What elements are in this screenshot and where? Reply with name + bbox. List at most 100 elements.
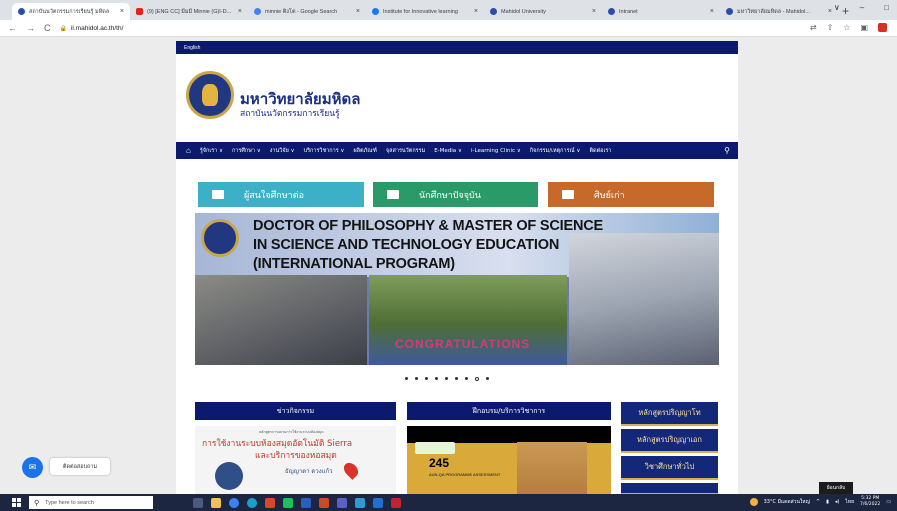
chrome-icon[interactable] [229, 497, 239, 508]
home-icon[interactable]: ⌂ [186, 146, 191, 155]
tray-arrow-icon[interactable]: ^ [816, 499, 820, 505]
volume-icon[interactable]: ◂) [835, 499, 839, 505]
carousel-dot[interactable] [405, 377, 408, 380]
line-icon[interactable] [283, 497, 293, 508]
sidebar-icon[interactable]: ▣ [860, 23, 868, 32]
nav-item-education[interactable]: การศึกษา ∨ [232, 147, 261, 155]
translate-icon[interactable]: ⇄ [810, 23, 817, 32]
side-link-more[interactable] [621, 483, 718, 494]
training-card[interactable]: 245 AUN-QA PROGRAMME ASSESSMENT [407, 426, 611, 494]
nav-item-emedia[interactable]: E-Media ∨ [434, 148, 462, 154]
search-icon: ⚲ [34, 499, 40, 507]
training-header[interactable]: ฝึกอบรม/บริการวิชาการ [407, 402, 611, 420]
nav-item-newsletter[interactable]: จุลสารนวัตกรรม [386, 147, 425, 155]
pdf-icon[interactable] [265, 497, 275, 508]
task-view-icon[interactable] [193, 497, 203, 508]
acrobat-icon[interactable] [391, 497, 401, 508]
nav-item-services[interactable]: บริการวิชาการ ∨ [304, 147, 345, 155]
windows-start-icon[interactable] [12, 498, 21, 507]
location-pin-icon [341, 460, 361, 480]
activity-card[interactable]: หลักสูตรการอบรมการใช้งานระบบห้องสมุด การ… [195, 426, 396, 494]
close-icon[interactable]: × [592, 8, 596, 15]
taskbar-search-input[interactable]: ⚲ Type here to search [29, 496, 153, 509]
close-icon[interactable]: × [474, 8, 478, 15]
browser-tab[interactable]: สถาบันนวัตกรรมการเรียนรู้ มหิดล × [12, 3, 130, 20]
quick-link-current-students[interactable]: นักศึกษาปัจจุบัน [373, 182, 538, 207]
browser-tab[interactable]: มหาวิทยาลัยมหิดล - Mahidol... × [720, 3, 838, 20]
side-link-doctoral[interactable]: หลักสูตรปริญญาเอก [621, 429, 718, 453]
back-button[interactable]: ← [8, 23, 17, 33]
carousel-dot[interactable] [435, 377, 438, 380]
word-icon[interactable] [301, 497, 311, 508]
nav-item-products[interactable]: ผลิตภัณฑ์ [353, 147, 376, 155]
browser-tab[interactable]: Intranet × [602, 3, 720, 20]
side-link-general-education[interactable]: วิชาศึกษาทั่วไป [621, 456, 718, 480]
browser-actions: ⇄ ⇧ ☆ ▣ [810, 23, 887, 32]
weather-text[interactable]: 33°C มีแดดส่วนใหญ่ [764, 498, 810, 506]
carousel-dot[interactable] [465, 377, 468, 380]
file-explorer-icon[interactable] [211, 497, 221, 508]
carousel-dot[interactable] [455, 377, 458, 380]
messenger-icon[interactable]: ✉ [22, 457, 43, 478]
tab-title: สถาบันนวัตกรรมการเรียนรู้ มหิดล [29, 8, 110, 15]
congratulations-text: CONGRATULATIONS [395, 337, 531, 351]
carousel-dot[interactable] [415, 377, 418, 380]
network-icon[interactable]: ▮ [826, 499, 829, 505]
nav-item-ilearning-clinic[interactable]: i-Learning Clinic ∨ [471, 148, 521, 154]
teams-icon[interactable] [337, 497, 347, 508]
forward-button[interactable]: → [26, 23, 35, 33]
close-icon[interactable]: × [710, 8, 714, 15]
share-icon[interactable]: ⇧ [827, 23, 834, 32]
close-icon[interactable]: × [356, 8, 360, 15]
quick-link-alumni[interactable]: ศิษย์เก่า [548, 182, 714, 207]
tab-favicon-icon [372, 8, 379, 15]
carousel-dot[interactable] [475, 376, 479, 381]
maximize-icon[interactable]: □ [884, 3, 889, 12]
close-icon[interactable]: × [238, 8, 242, 15]
nav-item-about[interactable]: รู้จักเรา ∨ [200, 147, 223, 155]
weather-icon[interactable] [749, 498, 758, 506]
language-link[interactable]: English [184, 45, 200, 51]
carousel-dot[interactable] [486, 377, 489, 380]
activities-header[interactable]: ข่าวกิจกรรม [195, 402, 396, 420]
speaker-photo [215, 462, 243, 490]
mail-icon[interactable] [373, 497, 383, 508]
browser-tab[interactable]: Mahidol University × [484, 3, 602, 20]
close-icon[interactable]: × [828, 8, 832, 15]
browser-tab[interactable]: minnie ติ่งโต - Google Search × [248, 3, 366, 20]
minimize-icon[interactable]: – [860, 3, 864, 12]
tab-favicon-icon [136, 8, 143, 15]
browser-tab-strip: สถาบันนวัตกรรมการเรียนรู้ มหิดล × (9) [EN… [0, 0, 897, 20]
banner-title-line2: IN SCIENCE AND TECHNOLOGY EDUCATION [253, 237, 560, 253]
profile-avatar[interactable] [878, 23, 887, 32]
url-input[interactable]: il.mahidol.ac.th/th/ [71, 25, 123, 32]
close-icon[interactable]: × [120, 8, 124, 15]
chevron-down-icon[interactable]: ∨ [834, 3, 840, 12]
nav-item-contact[interactable]: ติดต่อเรา [589, 147, 611, 155]
contact-chat-button[interactable]: ติดต่อสอบถาม [50, 458, 110, 475]
tab-title: Institute for Innovative learning [383, 8, 458, 15]
search-icon[interactable]: ⚲ [724, 146, 730, 155]
nav-item-research[interactable]: งานวิจัย ∨ [270, 147, 295, 155]
carousel-dot[interactable] [425, 377, 428, 380]
hero-banner[interactable]: DOCTOR OF PHILOSOPHY & MASTER OF SCIENCE… [195, 213, 719, 365]
browser-tab[interactable]: (9) [ENG CC] มีมมี่ Minnie (G)I-D... × [130, 3, 248, 20]
clock-date: 7/6/2022 [860, 502, 881, 507]
taskbar-search-placeholder: Type here to search [45, 499, 94, 506]
carousel-dot[interactable] [445, 377, 448, 380]
university-logo[interactable] [186, 71, 234, 119]
side-link-masters[interactable]: หลักสูตรปริญญาโท [621, 402, 718, 426]
reload-button[interactable]: C [44, 23, 51, 33]
powerpoint-icon[interactable] [319, 497, 329, 508]
quick-link-prospective[interactable]: ผู้สนใจศึกษาต่อ [198, 182, 364, 207]
photos-icon[interactable] [355, 497, 365, 508]
edge-icon[interactable] [247, 497, 257, 508]
lock-icon[interactable]: 🔒 [60, 25, 67, 32]
input-language[interactable]: ไทย [845, 498, 854, 506]
star-icon[interactable]: ☆ [843, 23, 850, 32]
notification-icon[interactable]: ▭ [886, 499, 891, 505]
browser-tab[interactable]: Institute for Innovative learning × [366, 3, 484, 20]
clock[interactable]: 5:32 PM 7/6/2022 [860, 496, 880, 508]
nav-item-events[interactable]: กิจกรรม/เหตุการณ์ ∨ [530, 147, 581, 155]
quick-link-label: ศิษย์เก่า [594, 190, 625, 201]
